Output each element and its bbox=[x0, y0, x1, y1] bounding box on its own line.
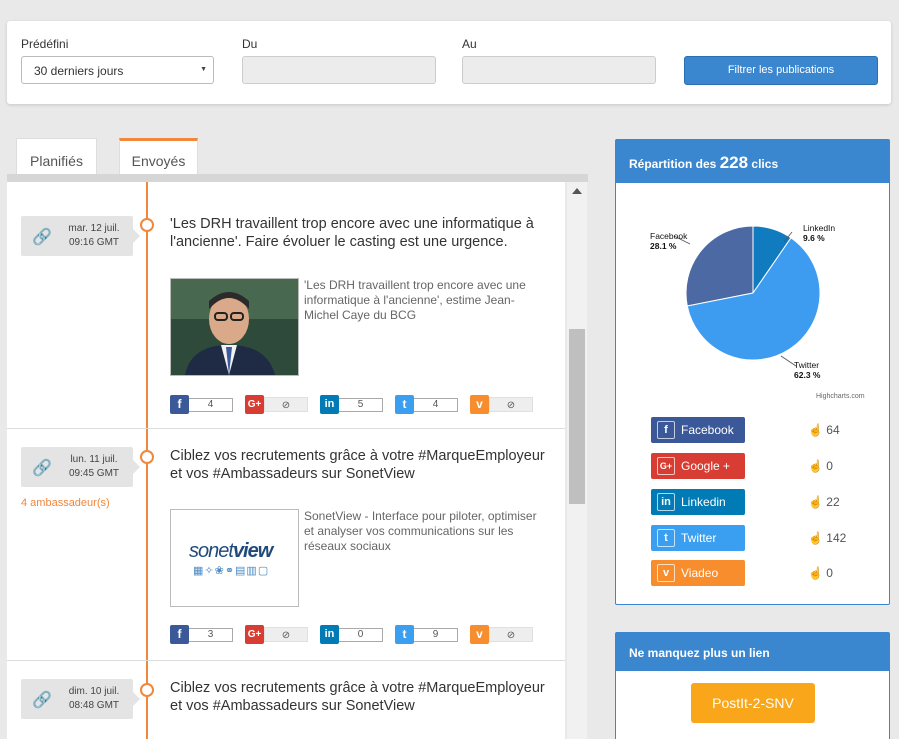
linkedin-count: 5 bbox=[339, 398, 383, 412]
repartition-head-prefix: Répartition des bbox=[629, 157, 717, 171]
total-clicks: 228 bbox=[719, 153, 749, 172]
repartition-head-suffix: clics bbox=[751, 157, 779, 171]
google-count: ⊘ bbox=[264, 397, 308, 412]
pie-label-facebook: Facebook 28.1 % bbox=[650, 231, 688, 251]
pie-label-twitter: Twitter 62.3 % bbox=[794, 360, 821, 380]
viadeo-count: ⊘ bbox=[489, 397, 533, 412]
post-feed: 🔗 mar. 12 juil. 09:16 GMT 'Les DRH travai… bbox=[7, 182, 565, 739]
facebook-button[interactable]: f Facebook bbox=[651, 417, 745, 443]
filter-bar: Prédéfini 30 derniers jours ▼ Du Au Filt… bbox=[7, 21, 891, 104]
au-date-input[interactable] bbox=[462, 56, 656, 84]
person-photo bbox=[171, 279, 298, 375]
date-badge: 🔗 mar. 12 juil. 09:16 GMT bbox=[21, 216, 140, 256]
google-plus-clicks: ☝ 0 bbox=[808, 459, 833, 473]
post-time: 09:45 GMT bbox=[68, 468, 120, 479]
linkedin-icon[interactable]: in bbox=[320, 395, 339, 414]
linkedin-count: 0 bbox=[339, 628, 383, 642]
post-time: 08:48 GMT bbox=[68, 700, 120, 711]
postit-button[interactable]: PostIt-2-SNV bbox=[691, 683, 815, 723]
google-plus-icon: G+ bbox=[657, 457, 675, 475]
post-date: mar. 12 juil. bbox=[68, 223, 120, 234]
post-date: lun. 11 juil. bbox=[70, 454, 118, 465]
viadeo-icon[interactable]: v bbox=[470, 625, 489, 644]
twitter-button[interactable]: t Twitter bbox=[651, 525, 745, 551]
twitter-icon[interactable]: t bbox=[395, 395, 414, 414]
repartition-panel: Répartition des 228 clics Facebook 28.1 %… bbox=[615, 139, 890, 605]
post-item: 🔗 dim. 10 juil. 08:48 GMT Ciblez vos recr… bbox=[7, 661, 565, 739]
post-title[interactable]: 'Les DRH travaillent trop encore avec un… bbox=[170, 216, 550, 251]
twitter-count: 4 bbox=[414, 398, 458, 412]
post-title[interactable]: Ciblez vos recrutements grâce à votre #M… bbox=[170, 448, 550, 483]
facebook-clicks: ☝ 64 bbox=[808, 423, 840, 437]
google-plus-button[interactable]: G+ Google + bbox=[651, 453, 745, 479]
au-label: Au bbox=[462, 37, 477, 51]
facebook-count: 4 bbox=[189, 398, 233, 412]
scroll-thumb[interactable] bbox=[569, 329, 585, 504]
repartition-header: Répartition des 228 clics bbox=[616, 140, 889, 183]
linkedin-icon: in bbox=[657, 493, 675, 511]
logo-icons: ▦✧❀⚭▤▥▢ bbox=[193, 565, 270, 577]
predefini-select[interactable]: 30 derniers jours ▼ bbox=[21, 56, 214, 84]
post-date: dim. 10 juil. bbox=[68, 686, 120, 697]
post-thumbnail[interactable] bbox=[170, 278, 299, 376]
twitter-count: 9 bbox=[414, 628, 458, 642]
google-plus-icon[interactable]: G+ bbox=[245, 395, 264, 414]
du-label: Du bbox=[242, 37, 258, 51]
linkedin-icon[interactable]: in bbox=[320, 625, 339, 644]
post-description: SonetView - Interface pour piloter, opti… bbox=[304, 509, 537, 553]
highcharts-credit[interactable]: Highcharts.com bbox=[816, 393, 865, 400]
scroll-up-arrow-icon[interactable] bbox=[572, 188, 582, 194]
lien-panel: Ne manquez plus un lien PostIt-2-SNV bbox=[615, 632, 890, 739]
post-title[interactable]: Ciblez vos recrutements grâce à votre #M… bbox=[170, 680, 550, 715]
link-icon: 🔗 bbox=[32, 692, 52, 709]
predefini-value: 30 derniers jours bbox=[34, 64, 124, 78]
viadeo-button[interactable]: v Viadeo bbox=[651, 560, 745, 586]
facebook-icon[interactable]: f bbox=[170, 625, 189, 644]
post-item: 🔗 lun. 11 juil. 09:45 GMT 4 ambassadeur(s… bbox=[7, 429, 565, 661]
viadeo-clicks: ☝ 0 bbox=[808, 566, 833, 580]
post-thumbnail[interactable]: sonetview ▦✧❀⚭▤▥▢ bbox=[170, 509, 299, 607]
viadeo-count: ⊘ bbox=[489, 627, 533, 642]
facebook-count: 3 bbox=[189, 628, 233, 642]
tab-underline bbox=[7, 174, 588, 182]
google-count: ⊘ bbox=[264, 627, 308, 642]
timeline-dot bbox=[140, 218, 154, 232]
post-item: 🔗 mar. 12 juil. 09:16 GMT 'Les DRH travai… bbox=[7, 196, 565, 429]
post-time: 09:16 GMT bbox=[68, 237, 120, 248]
du-date-input[interactable] bbox=[242, 56, 436, 84]
social-counts: f 4 G+ ⊘ in 5 t 4 v ⊘ bbox=[170, 395, 550, 414]
filter-button[interactable]: Filtrer les publications bbox=[684, 56, 878, 85]
pie-label-linkedin: LinkedIn 9.6 % bbox=[803, 223, 836, 243]
pie-slice-facebook[interactable] bbox=[685, 225, 754, 307]
link-icon: 🔗 bbox=[32, 460, 52, 477]
timeline-dot bbox=[140, 450, 154, 464]
link-icon: 🔗 bbox=[32, 229, 52, 246]
feed-scrollbar[interactable] bbox=[567, 182, 587, 739]
date-badge: 🔗 dim. 10 juil. 08:48 GMT bbox=[21, 679, 140, 719]
chevron-down-icon: ▼ bbox=[200, 66, 207, 73]
facebook-icon[interactable]: f bbox=[170, 395, 189, 414]
twitter-clicks: ☝ 142 bbox=[808, 531, 847, 545]
predefini-label: Prédéfini bbox=[21, 37, 69, 51]
pie-chart bbox=[673, 225, 821, 367]
google-plus-icon[interactable]: G+ bbox=[245, 625, 264, 644]
ambassadeurs-link[interactable]: 4 ambassadeur(s) bbox=[21, 497, 110, 509]
timeline-dot bbox=[140, 683, 154, 697]
date-badge: 🔗 lun. 11 juil. 09:45 GMT bbox=[21, 447, 140, 487]
viadeo-icon[interactable]: v bbox=[470, 395, 489, 414]
facebook-icon: f bbox=[657, 421, 675, 439]
social-counts: f 3 G+ ⊘ in 0 t 9 v ⊘ bbox=[170, 625, 550, 644]
linkedin-clicks: ☝ 22 bbox=[808, 495, 840, 509]
viadeo-icon: v bbox=[657, 564, 675, 582]
sonetview-logo: sonetview bbox=[189, 540, 273, 562]
linkedin-button[interactable]: in Linkedin bbox=[651, 489, 745, 515]
lien-header: Ne manquez plus un lien bbox=[616, 633, 889, 671]
post-description: 'Les DRH travaillent trop encore avec un… bbox=[304, 278, 526, 322]
twitter-icon: t bbox=[657, 529, 675, 547]
twitter-icon[interactable]: t bbox=[395, 625, 414, 644]
